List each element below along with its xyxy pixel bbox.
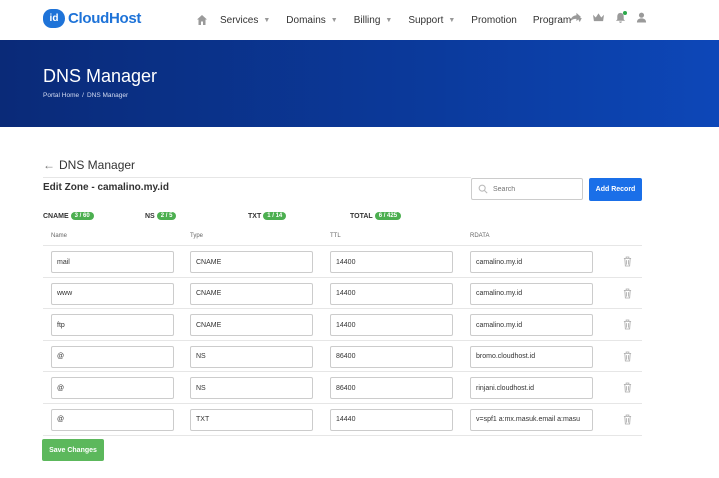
record-type-input[interactable]: NS	[190, 345, 313, 368]
back-link[interactable]: ← DNS Manager	[43, 158, 135, 172]
record-type-input[interactable]: CNAME	[190, 251, 313, 273]
record-rdata-input[interactable]: rinjani.cloudhost.id	[470, 377, 593, 400]
table-row: www CNAME 14400 camalino.my.id	[43, 278, 642, 310]
stat-label: NS	[145, 212, 155, 220]
stat-count-badge: 1 / 14	[263, 212, 287, 220]
record-name-input[interactable]: @	[51, 345, 174, 368]
record-type-input[interactable]: CNAME	[190, 282, 313, 305]
table-header: Name Type TTL RDATA	[43, 228, 642, 246]
stat-count-badge: 3 / 60	[70, 212, 94, 220]
breadcrumb-home-link[interactable]: Portal Home	[43, 92, 79, 99]
page-header-banner: DNS Manager Portal Home / DNS Manager	[0, 40, 719, 127]
top-navbar: id CloudHost Services ▼ Domains ▼ Billing ▼…	[0, 0, 719, 40]
brand-logo[interactable]: id CloudHost	[43, 9, 141, 28]
record-ttl-input[interactable]: 14440	[330, 408, 453, 431]
column-header-ttl: TTL	[330, 233, 341, 239]
record-rdata-input[interactable]: camalino.my.id	[470, 314, 593, 337]
nav-icon-group	[569, 11, 647, 23]
nav-item-label: Promotion	[471, 14, 517, 26]
table-row: @ NS 86400 rinjani.cloudhost.id	[43, 372, 642, 404]
search-input[interactable]	[493, 185, 578, 193]
share-icon[interactable]	[569, 12, 582, 23]
trash-icon[interactable]	[623, 414, 632, 425]
record-name-input[interactable]: @	[51, 377, 174, 400]
stat-ns: NS 2 / 5	[145, 212, 177, 220]
stat-count-badge: 2 / 5	[156, 212, 177, 220]
record-ttl-input[interactable]: 86400	[330, 377, 453, 400]
record-name-input[interactable]: mail	[51, 251, 174, 273]
nav-item-label: Services	[220, 14, 259, 26]
column-header-rdata: RDATA	[470, 233, 490, 239]
zone-title: Edit Zone - camalino.my.id	[43, 182, 169, 193]
table-row: mail CNAME 14400 camalino.my.id	[43, 246, 642, 278]
record-rdata-input[interactable]: v=spf1 a:mx.masuk.email a:masu	[470, 408, 593, 431]
search-icon	[478, 184, 488, 194]
notification-bell[interactable]	[615, 11, 627, 23]
table-row: @ NS 86400 bromo.cloudhost.id	[43, 341, 642, 373]
table-row: @ TXT 14440 v=spf1 a:mx.masuk.email a:ma…	[43, 404, 642, 436]
nav-item-services[interactable]: Services ▼	[220, 15, 270, 26]
stat-cname: CNAME 3 / 60	[43, 212, 94, 220]
nav-item-label: Domains	[286, 14, 326, 26]
record-rdata-input[interactable]: bromo.cloudhost.id	[470, 345, 593, 368]
arrow-left-icon[interactable]: ←	[43, 158, 55, 172]
record-stats: CNAME 3 / 60 NS 2 / 5 TXT 1 / 14 TOTAL 6…	[0, 212, 719, 222]
column-header-name: Name	[51, 233, 68, 239]
nav-item-domains[interactable]: Domains ▼	[286, 15, 337, 26]
stat-txt: TXT 1 / 14	[248, 212, 287, 220]
divider	[43, 177, 471, 178]
save-changes-button[interactable]: Save Changes	[42, 439, 104, 461]
chevron-down-icon: ▼	[448, 16, 456, 24]
record-name-input[interactable]: ftp	[51, 314, 174, 337]
record-ttl-input[interactable]: 14400	[330, 282, 453, 305]
crown-icon[interactable]	[592, 12, 605, 23]
home-icon[interactable]	[196, 14, 208, 26]
stat-label: TXT	[248, 212, 262, 220]
stat-count-badge: 6 / 425	[374, 212, 402, 220]
stat-label: TOTAL	[350, 212, 373, 220]
user-icon[interactable]	[636, 12, 647, 23]
nav-item-label: Support	[408, 14, 444, 26]
record-name-input[interactable]: www	[51, 282, 174, 305]
notification-dot	[623, 11, 627, 15]
page-title: DNS Manager	[43, 66, 158, 86]
trash-icon[interactable]	[623, 256, 632, 267]
stat-label: CNAME	[43, 212, 69, 220]
trash-icon[interactable]	[623, 288, 632, 299]
trash-icon[interactable]	[623, 319, 632, 330]
nav-item-support[interactable]: Support ▼	[408, 15, 455, 26]
breadcrumb-separator: /	[82, 92, 84, 99]
record-rdata-input[interactable]: camalino.my.id	[470, 282, 593, 305]
nav-item-promotion[interactable]: Promotion	[471, 15, 517, 26]
record-rdata-input[interactable]: camalino.my.id	[470, 251, 593, 273]
record-name-input[interactable]: @	[51, 408, 174, 431]
nav-item-label: Billing	[353, 14, 381, 26]
trash-icon[interactable]	[623, 351, 632, 362]
chevron-down-icon: ▼	[330, 16, 338, 24]
logo-badge: id	[43, 9, 65, 28]
record-ttl-input[interactable]: 14400	[330, 251, 453, 273]
column-header-type: Type	[190, 233, 204, 239]
dns-records-table: Name Type TTL RDATA mail CNAME 14400 cam…	[43, 228, 642, 436]
chevron-down-icon: ▼	[263, 16, 271, 24]
section-title: DNS Manager	[59, 158, 136, 172]
search-field[interactable]	[471, 178, 583, 200]
breadcrumb: Portal Home / DNS Manager	[43, 92, 128, 99]
record-ttl-input[interactable]: 86400	[330, 345, 453, 368]
table-row: ftp CNAME 14400 camalino.my.id	[43, 309, 642, 341]
chevron-down-icon: ▼	[385, 16, 393, 24]
main-nav: Services ▼ Domains ▼ Billing ▼ Support ▼ Pro…	[196, 0, 599, 40]
add-record-button[interactable]: Add Record	[589, 178, 642, 201]
record-type-input[interactable]: TXT	[190, 408, 313, 431]
nav-item-billing[interactable]: Billing ▼	[354, 15, 393, 26]
record-type-input[interactable]: CNAME	[190, 314, 313, 337]
breadcrumb-current: DNS Manager	[86, 92, 129, 99]
nav-item-label: Program	[532, 14, 572, 26]
stat-total: TOTAL 6 / 425	[350, 212, 402, 220]
trash-icon[interactable]	[623, 382, 632, 393]
logo-text: CloudHost	[68, 10, 142, 27]
record-ttl-input[interactable]: 14400	[330, 314, 453, 337]
record-type-input[interactable]: NS	[190, 377, 313, 400]
